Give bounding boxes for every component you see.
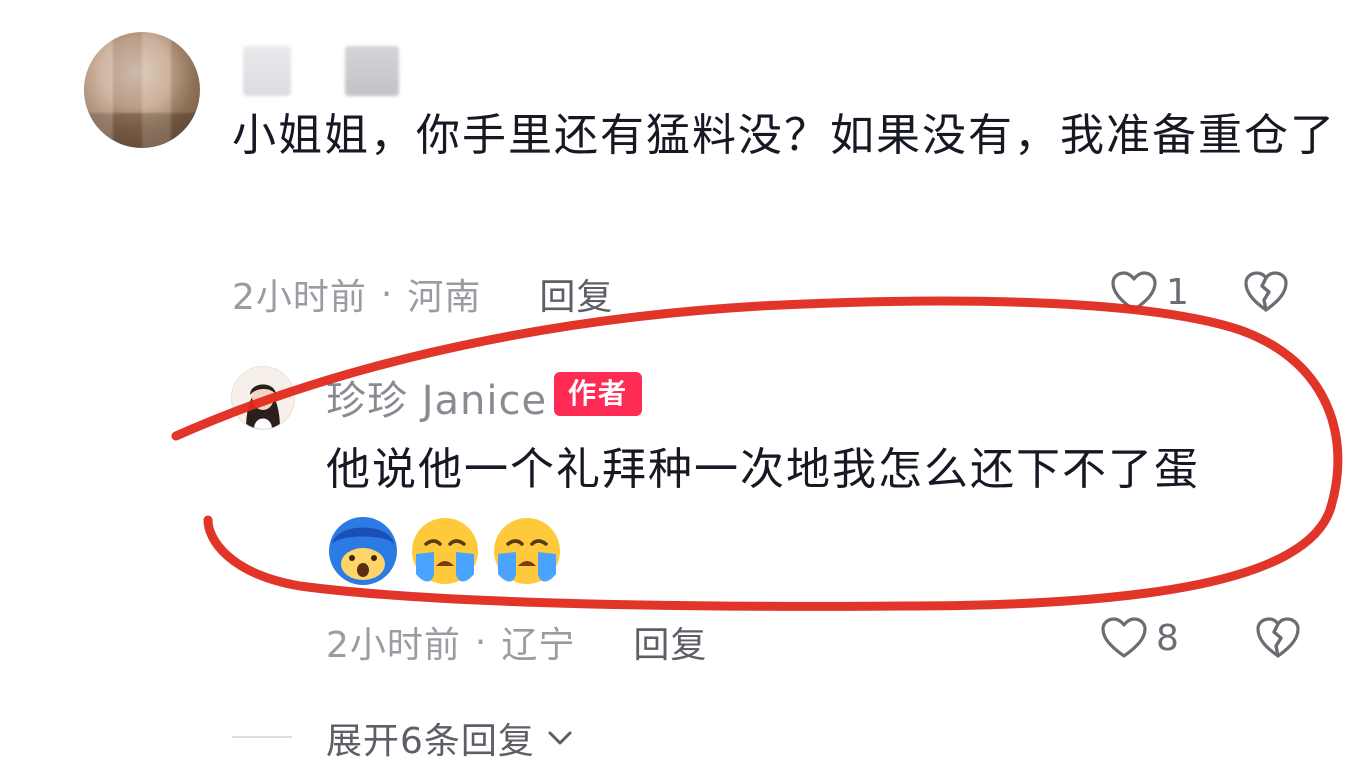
reply-time: 2小时前 xyxy=(326,625,461,666)
crying-face-emoji xyxy=(494,518,560,584)
reply-username[interactable]: 珍珍 Janice xyxy=(326,368,547,426)
like-count: 8 xyxy=(1156,617,1179,659)
comment-location: 河南 xyxy=(407,277,482,318)
girl-avatar-image xyxy=(232,367,294,429)
divider xyxy=(232,736,292,738)
comment-time: 2小时前 xyxy=(232,277,367,318)
chevron-down-icon xyxy=(548,731,572,745)
blurred-username xyxy=(345,46,399,96)
comment-thread: 小姐姐，你手里还有猛料没？如果没有，我准备重仓了 2小时前 · 河南 回复 1 … xyxy=(0,0,1366,778)
reply-meta: 2小时前 · 辽宁 回复 xyxy=(326,616,707,668)
heart-icon[interactable] xyxy=(1110,270,1158,314)
separator-dot: · xyxy=(474,621,488,663)
author-badge: 作者 xyxy=(554,372,643,416)
comment-actions: 1 xyxy=(1110,268,1290,316)
separator-dot: · xyxy=(380,273,394,315)
like-count: 1 xyxy=(1166,271,1189,313)
comment-meta: 2小时前 · 河南 回复 xyxy=(232,268,613,320)
crying-face-emoji xyxy=(412,518,478,584)
expand-replies-button[interactable]: 展开6条回复 xyxy=(326,712,575,764)
reply-button[interactable]: 回复 xyxy=(633,616,707,668)
avatar[interactable] xyxy=(231,366,295,430)
blurred-username xyxy=(243,46,291,96)
heart-icon[interactable] xyxy=(1100,616,1148,660)
reply-actions: 8 xyxy=(1100,614,1302,662)
emoji-row xyxy=(326,514,572,588)
reply-location: 辽宁 xyxy=(501,625,576,666)
blurred-avatar-image xyxy=(84,32,200,148)
broken-heart-icon[interactable] xyxy=(1242,268,1290,316)
broken-heart-icon[interactable] xyxy=(1254,614,1302,662)
scared-face-emoji xyxy=(329,517,397,585)
reply-button[interactable]: 回复 xyxy=(539,268,613,320)
reply-body: 他说他一个礼拜种一次地我怎么还下不了蛋 xyxy=(326,444,1200,495)
avatar[interactable] xyxy=(84,32,200,148)
expand-replies-label: 展开6条回复 xyxy=(326,721,535,762)
comment-body: 小姐姐，你手里还有猛料没？如果没有，我准备重仓了 xyxy=(232,110,1336,161)
